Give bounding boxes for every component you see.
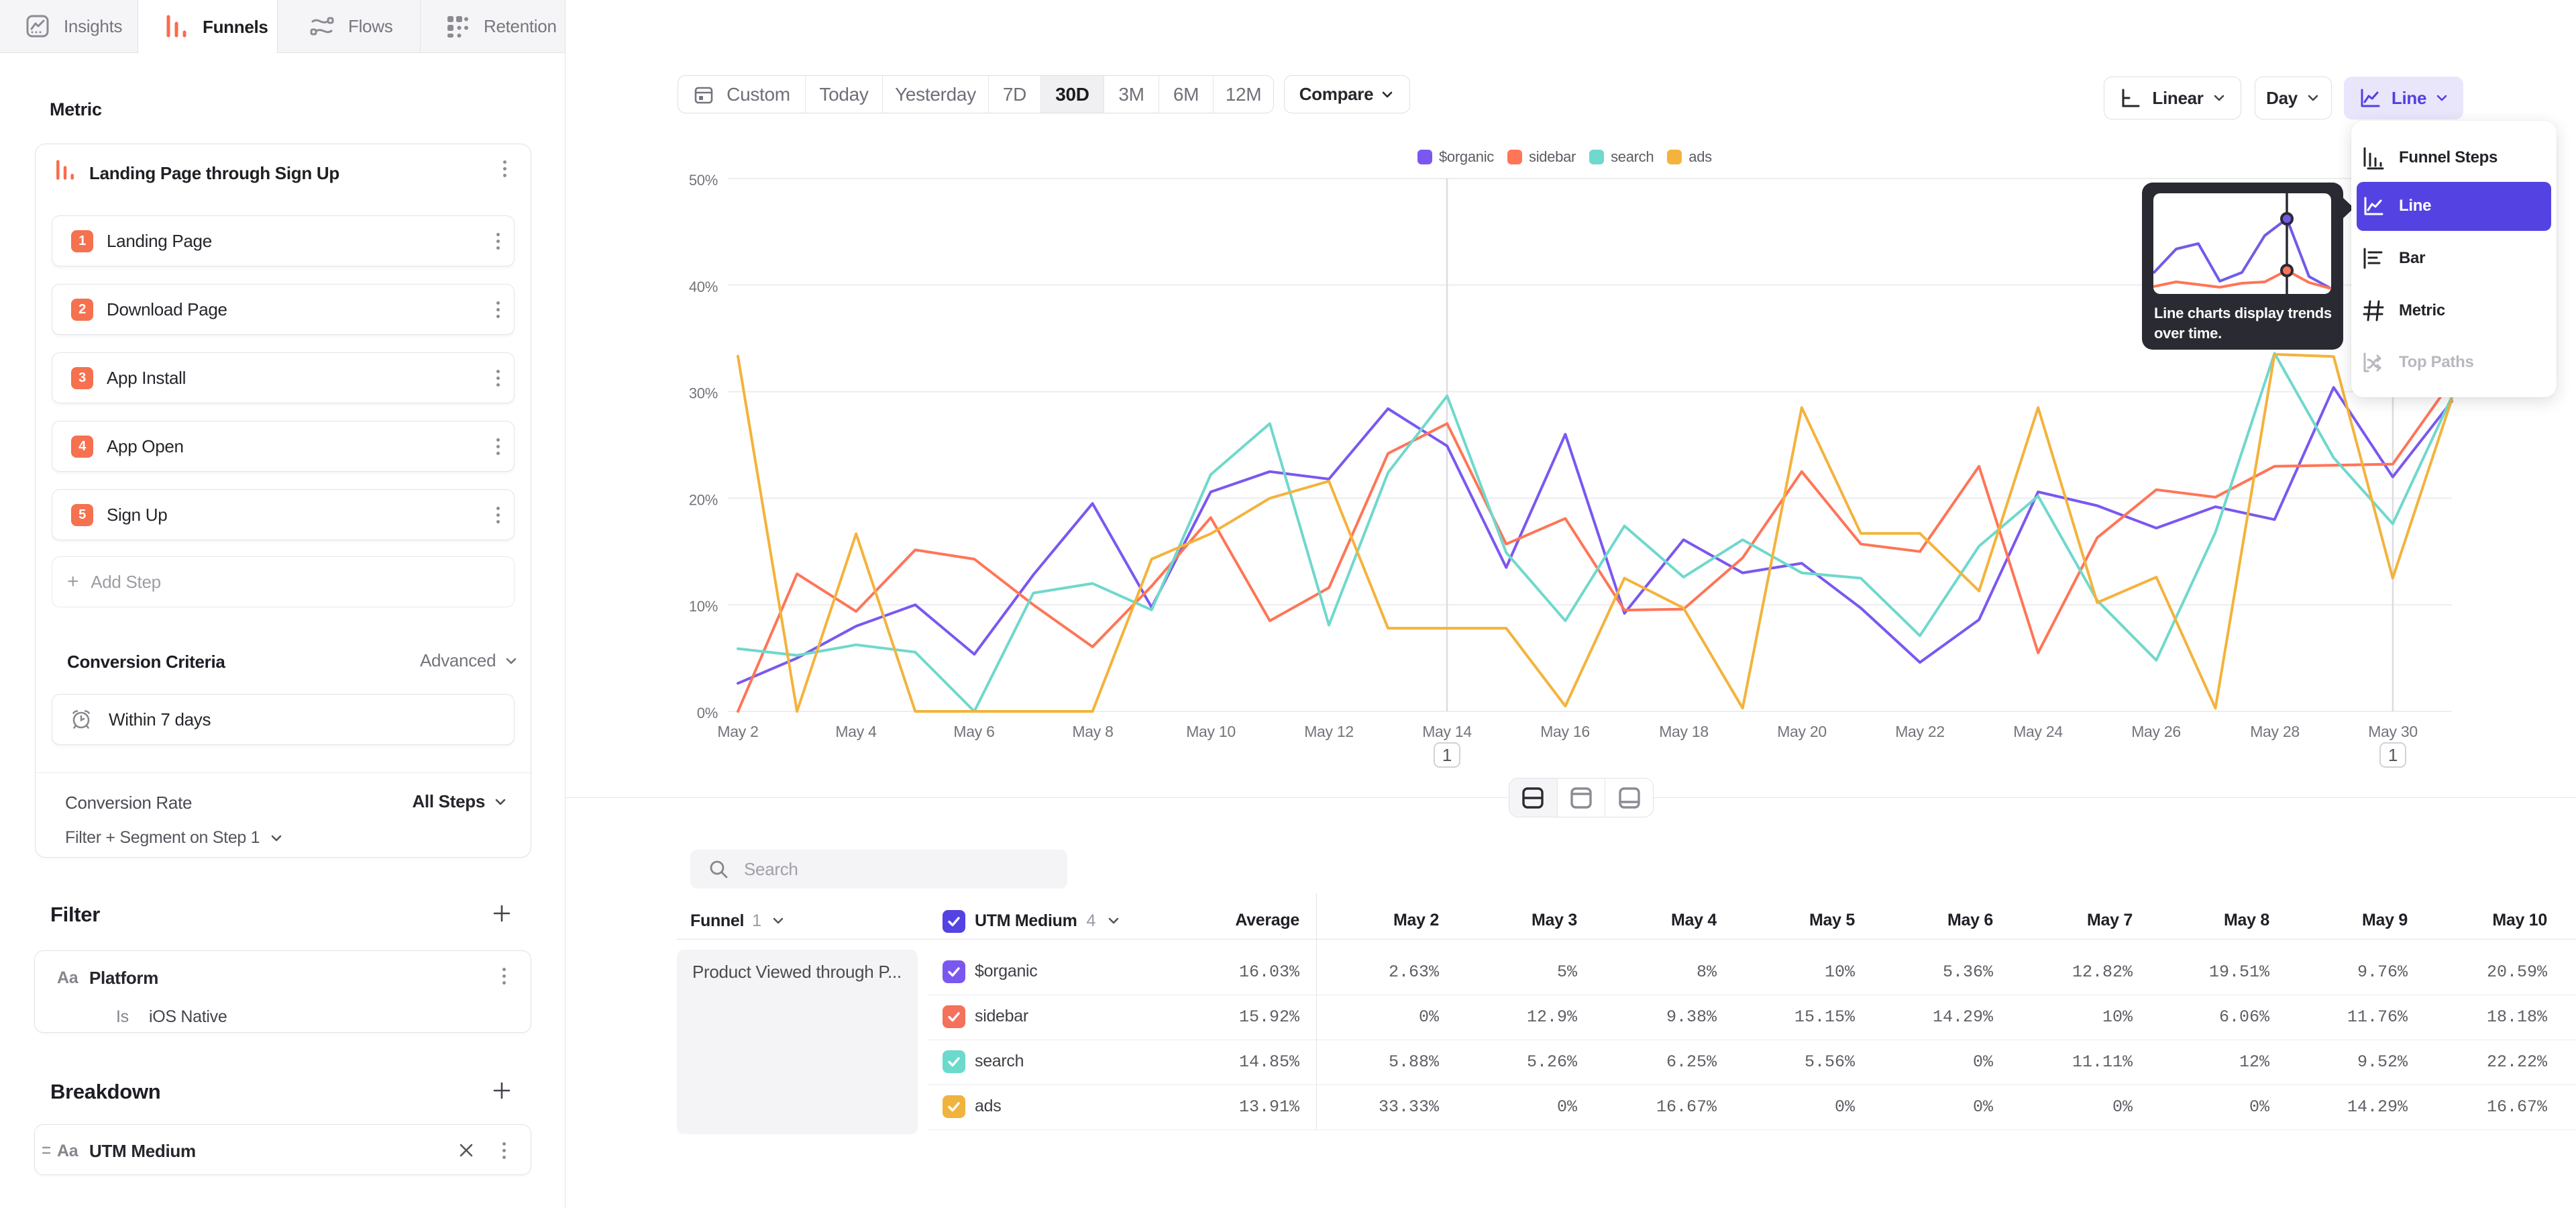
svg-text:May 4: May 4 bbox=[835, 723, 877, 740]
svg-text:May 20: May 20 bbox=[1777, 723, 1827, 740]
svg-text:1: 1 bbox=[1442, 745, 1452, 765]
svg-text:30%: 30% bbox=[689, 385, 718, 402]
svg-text:10%: 10% bbox=[689, 598, 718, 615]
svg-text:May 8: May 8 bbox=[1072, 723, 1113, 740]
svg-text:May 10: May 10 bbox=[1186, 723, 1236, 740]
svg-text:May 26: May 26 bbox=[2131, 723, 2181, 740]
svg-text:May 28: May 28 bbox=[2250, 723, 2300, 740]
svg-text:0%: 0% bbox=[697, 705, 718, 721]
svg-text:May 14: May 14 bbox=[1422, 723, 1472, 740]
svg-text:May 16: May 16 bbox=[1540, 723, 1590, 740]
svg-text:May 30: May 30 bbox=[2368, 723, 2418, 740]
svg-text:40%: 40% bbox=[689, 279, 718, 295]
svg-text:May 18: May 18 bbox=[1659, 723, 1709, 740]
svg-text:May 2: May 2 bbox=[717, 723, 758, 740]
svg-text:May 12: May 12 bbox=[1304, 723, 1354, 740]
svg-text:May 24: May 24 bbox=[2013, 723, 2063, 740]
svg-text:May 22: May 22 bbox=[1895, 723, 1945, 740]
svg-text:1: 1 bbox=[2388, 745, 2398, 765]
svg-text:May 6: May 6 bbox=[953, 723, 994, 740]
svg-text:20%: 20% bbox=[689, 491, 718, 508]
svg-text:50%: 50% bbox=[689, 172, 718, 189]
